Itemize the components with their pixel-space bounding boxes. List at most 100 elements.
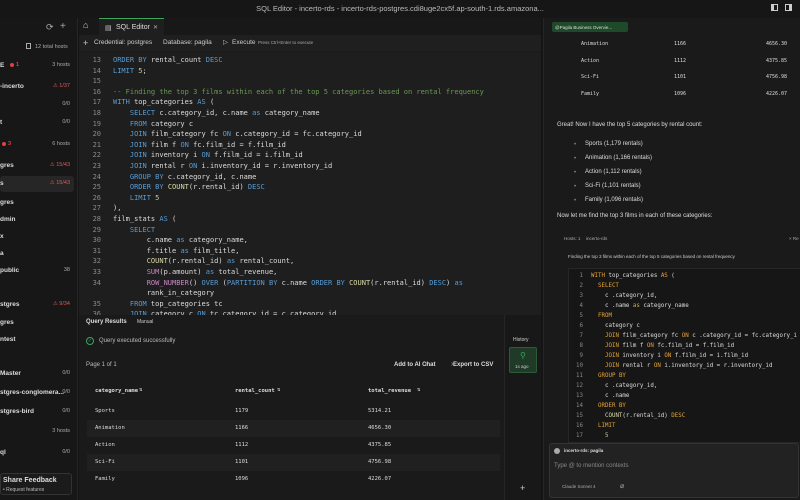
alert-count: 1 <box>16 62 20 68</box>
close-tab-icon[interactable]: ✕ <box>153 24 158 31</box>
table-row[interactable]: Action 1112 4375.85 <box>87 437 500 454</box>
sidebar-host-item[interactable]: 3 6 hosts <box>0 137 74 153</box>
query-code-block: 1 WITH top_categories AS (2 SELECT 3 c .ca… <box>568 268 800 443</box>
host-count: 0/0 <box>62 101 70 107</box>
line-number: 33 <box>92 268 101 276</box>
sort-icon[interactable]: ⇅ <box>417 387 420 393</box>
bullet-icon: • <box>574 170 577 176</box>
attach-icon[interactable]: ⌀ <box>620 482 624 490</box>
sidebar-host-item[interactable]: public 38 <box>0 263 74 279</box>
column-header[interactable]: rental_count <box>235 388 275 394</box>
code-text: SUM(p.amount) as total_revenue, <box>146 268 278 276</box>
add-to-ai-chat-button[interactable]: Add to AI Chat <box>394 362 435 368</box>
table-row[interactable]: Animation 1166 4656.30 <box>87 420 500 437</box>
sidebar-host-item[interactable]: t 0/0 <box>0 115 74 131</box>
sidebar-host-item[interactable]: 3 hosts <box>0 424 74 440</box>
table-cell: 4656.30 <box>766 41 788 47</box>
sidebar-host-item[interactable]: ql 0/0 <box>0 445 74 461</box>
tab-sql-editor[interactable]: ▤ SQL Editor ✕ <box>99 18 164 35</box>
code-text: ORDER BY rental_count DESC <box>113 56 223 64</box>
history-entry[interactable]: ⚲ 1s ago <box>509 347 537 373</box>
sidebar-host-item[interactable]: 0/0 <box>0 97 74 113</box>
hosts-icon <box>26 43 31 49</box>
sidebar-host-item[interactable]: stgres-bird 0/0 <box>0 404 74 420</box>
bullet-item: Family (1,096 rentals) <box>585 197 644 203</box>
sidebar-host-item[interactable]: ntest <box>0 332 74 348</box>
sidebar-host-item[interactable]: gres ⚠ 15/43 <box>0 158 74 174</box>
execute-button[interactable]: Execute <box>232 39 256 46</box>
toggle-right-panel-icon[interactable] <box>785 4 792 11</box>
sidebar-host-item[interactable] <box>0 349 74 365</box>
home-icon[interactable]: ⌂ <box>83 20 88 30</box>
code-editor[interactable]: 13 ORDER BY rental_count DESC 14 LIMIT 5; 15… <box>79 53 541 315</box>
column-header[interactable]: total_revenue <box>368 388 411 394</box>
code-text: JOIN film_category fc ON c .category_id … <box>604 333 797 339</box>
history-time: 1s ago <box>515 364 529 369</box>
sidebar-host-item[interactable]: Master 0/0 <box>0 366 74 382</box>
feedback-title: Share Feedback <box>3 477 57 484</box>
refresh-icon[interactable]: ⟳ <box>46 22 54 33</box>
count-value: 0/0 <box>62 101 70 107</box>
line-number: 10 <box>576 363 583 369</box>
history-panel: History ⚲ 1s ago + <box>504 315 541 500</box>
sort-icon[interactable]: ⇅ <box>139 387 142 393</box>
code-line: 13 ORDER BY rental_count DESC <box>79 56 223 67</box>
code-text: FROM <box>597 313 612 319</box>
code-text: WITH top_categories AS ( <box>591 273 675 279</box>
table-row[interactable]: Sci-Fi 1101 4756.98 <box>87 454 500 471</box>
sidebar-host-item[interactable]: -incerto ⚠ 1/37 <box>0 79 74 95</box>
tab-query-results[interactable]: Query Results <box>86 319 127 325</box>
host-count: ⚠ 1/37 <box>53 83 70 89</box>
line-number: 16 <box>576 423 583 429</box>
toggle-left-panel-icon[interactable] <box>771 4 778 11</box>
table-row[interactable]: Sports 1179 5314.21 <box>87 403 500 420</box>
title-bar: SQL Editor - incerto-rds - incerto-rds-p… <box>0 0 800 18</box>
sort-icon[interactable]: ⇅ <box>277 387 280 393</box>
bullet-icon: • <box>574 184 577 190</box>
sidebar-host-item[interactable]: s ⚠ 15/43 <box>0 176 74 192</box>
host-label: gres <box>0 319 14 326</box>
add-icon[interactable]: + <box>520 483 525 493</box>
line-number: 30 <box>92 236 101 245</box>
chat-input[interactable]: Type @ to mention contexts <box>554 463 628 469</box>
code-line: 8 JOIN film f ON fc.film_id = f.film_id <box>569 343 735 354</box>
add-host-icon[interactable]: + <box>60 21 66 32</box>
table-row[interactable]: Family 1096 4226.07 <box>87 471 500 488</box>
code-text: category c <box>591 323 640 329</box>
database-select[interactable]: Database: pagila <box>163 39 212 46</box>
sidebar-host-item[interactable]: x <box>0 229 74 245</box>
column-header[interactable]: category_name <box>95 388 138 394</box>
status-dot-icon <box>2 142 6 146</box>
code-text: JOIN inventory i ON f.film_id = i.film_i… <box>129 151 303 160</box>
export-csv-button[interactable]: Export to CSV <box>453 362 493 368</box>
sidebar-host-item[interactable] <box>0 280 74 296</box>
sidebar-host-item[interactable]: a <box>0 246 74 262</box>
code-text: COUNT(r.rental_id) as rental_count, <box>146 257 295 266</box>
host-select[interactable]: incerto-rds <box>586 236 607 241</box>
query-icon: ⚲ <box>520 351 526 360</box>
sidebar-host-item[interactable]: gres <box>0 315 74 331</box>
code-line: 2 SELECT <box>569 283 619 294</box>
sidebar-host-item[interactable]: E 1 3 hosts <box>0 58 74 74</box>
sidebar-host-item[interactable]: stgres-conglomera... 0/0 <box>0 385 74 401</box>
table-cell: 4656.30 <box>368 425 392 431</box>
sidebar-host-item[interactable]: gres <box>0 195 74 211</box>
page-indicator: Page 1 of 1 <box>86 362 117 368</box>
reject-button[interactable]: × Re <box>789 236 799 241</box>
context-chip[interactable]: @Pagila Business Overvie... <box>552 22 628 32</box>
code-line: 35 FROM top_categories tc <box>79 300 223 311</box>
query-title: Finding the top 3 films within each of t… <box>568 254 735 259</box>
query-results-panel: Query Results Manual ✓ Query executed su… <box>79 315 504 500</box>
credential-select[interactable]: Credential: postgres <box>94 39 152 46</box>
sidebar-host-item[interactable]: stgres ⚠ 9/34 <box>0 297 74 313</box>
code-line: 1 WITH top_categories AS ( <box>569 273 675 284</box>
sidebar-host-item[interactable]: dmin <box>0 212 74 228</box>
add-icon[interactable]: + <box>83 38 88 48</box>
chat-input-box[interactable]: incerto-rds: pagila Type @ to mention co… <box>549 443 799 498</box>
model-select[interactable]: Claude Sonnet 4 <box>562 484 596 489</box>
line-number: 21 <box>92 140 101 149</box>
host-count: 0/0 <box>62 389 70 395</box>
mode-manual[interactable]: Manual <box>137 319 153 325</box>
share-feedback-button[interactable]: Share Feedback • Request features <box>0 473 72 495</box>
bullet-icon: • <box>574 142 577 148</box>
